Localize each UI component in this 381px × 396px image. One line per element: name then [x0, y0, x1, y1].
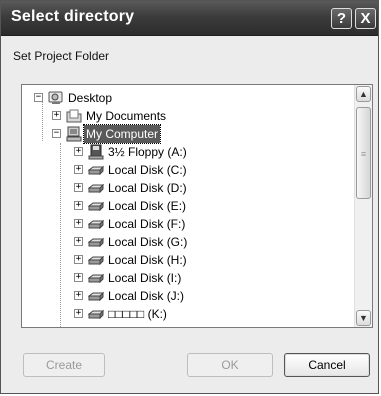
expand-toggle[interactable]: + [74, 255, 83, 264]
tree-item-label: Local Disk (C:) [108, 163, 187, 177]
expand-toggle[interactable]: + [74, 291, 83, 300]
disk-icon [88, 165, 104, 176]
folder-tree[interactable]: − Desktop + My Documents − My Computer +… [21, 84, 373, 328]
expand-toggle[interactable]: + [74, 273, 83, 282]
ok-button[interactable]: OK [187, 353, 273, 377]
cancel-button[interactable]: Cancel [284, 353, 370, 377]
expand-toggle[interactable]: + [74, 219, 83, 228]
tree-item-label: □□□□□ (K:) [108, 307, 167, 321]
disk-icon [88, 255, 104, 266]
disk-icon [88, 201, 104, 212]
expand-toggle[interactable]: + [74, 183, 83, 192]
select-directory-dialog: Select directory ? X Set Project Folder … [0, 0, 379, 394]
desktop-icon [48, 91, 63, 104]
collapse-toggle[interactable]: − [34, 93, 43, 102]
tree-item-drive[interactable]: + Local Disk (H:) [22, 251, 342, 269]
scroll-thumb[interactable]: ≡ [356, 107, 371, 199]
dialog-title: Select directory [11, 8, 135, 25]
tree-item-label: My Documents [86, 109, 167, 123]
disk-icon [88, 291, 104, 302]
floppy-icon [88, 144, 104, 160]
tree-item-label: Local Disk (F:) [108, 217, 186, 231]
tree-item-label: Local Disk (D:) [108, 181, 187, 195]
tree-item-drive[interactable]: + Local Disk (G:) [22, 233, 342, 251]
tree-item-drive[interactable]: + 3½ Floppy (A:) [22, 143, 342, 161]
computer-icon [66, 126, 82, 142]
help-button[interactable]: ? [331, 8, 352, 29]
expand-toggle[interactable]: + [74, 165, 83, 174]
expand-toggle[interactable]: + [74, 237, 83, 246]
expand-toggle[interactable]: + [52, 111, 61, 120]
tree-item-drive[interactable]: + Local Disk (D:) [22, 179, 342, 197]
documents-folder-icon [66, 109, 82, 123]
disk-icon [88, 183, 104, 194]
create-button[interactable]: Create [23, 353, 105, 377]
title-bar[interactable]: Select directory ? X [1, 1, 378, 36]
close-button[interactable]: X [355, 8, 376, 29]
scroll-up-button[interactable]: ▲ [356, 86, 371, 102]
scroll-down-button[interactable]: ▼ [356, 310, 371, 326]
tree-item-label: Local Disk (G:) [108, 235, 188, 249]
tree-item-desktop[interactable]: − Desktop [22, 89, 342, 107]
tree-item-drive[interactable]: + □□□□□ (K:) [22, 305, 342, 323]
dialog-subtitle: Set Project Folder [13, 49, 110, 63]
tree-item-label: Local Disk (E:) [108, 199, 187, 213]
expand-toggle[interactable]: + [74, 309, 83, 318]
tree-item-label: Local Disk (J:) [108, 289, 185, 303]
tree-item-drive[interactable]: + Local Disk (E:) [22, 197, 342, 215]
tree-item-drive[interactable]: + Local Disk (I:) [22, 269, 342, 287]
tree-item-drive[interactable]: + Local Disk (F:) [22, 215, 342, 233]
collapse-toggle[interactable]: − [52, 129, 61, 138]
tree-item-label: Local Disk (I:) [108, 271, 182, 285]
tree-item-label: Local Disk (H:) [108, 253, 187, 267]
tree-item-my-documents[interactable]: + My Documents [22, 107, 342, 125]
disk-icon [88, 237, 104, 248]
disk-icon [88, 219, 104, 230]
tree-item-drive[interactable]: + Local Disk (J:) [22, 287, 342, 305]
tree-item-label: Desktop [68, 91, 113, 105]
disk-icon [88, 309, 104, 320]
tree-item-label: 3½ Floppy (A:) [108, 145, 187, 159]
tree-item-my-computer[interactable]: − My Computer [22, 124, 342, 144]
expand-toggle[interactable]: + [74, 147, 83, 156]
tree-item-drive[interactable]: + Local Disk (C:) [22, 161, 342, 179]
tree-item-label-selected: My Computer [82, 124, 162, 144]
disk-icon [88, 273, 104, 284]
expand-toggle[interactable]: + [74, 201, 83, 210]
vertical-scrollbar[interactable]: ▲ ≡ ▼ [354, 85, 372, 327]
